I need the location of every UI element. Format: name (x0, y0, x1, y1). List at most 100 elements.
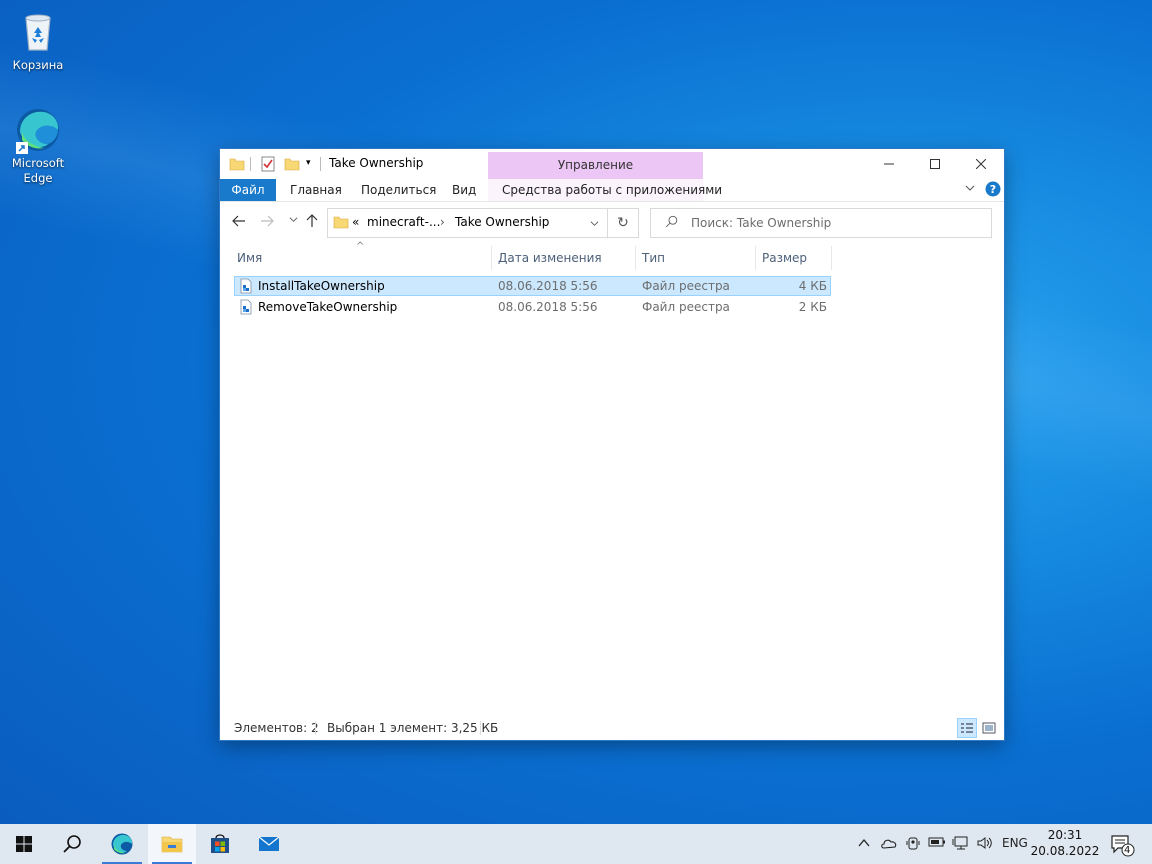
start-button[interactable] (0, 824, 48, 864)
search-placeholder: Поиск: Take Ownership (691, 216, 832, 230)
column-name[interactable]: Имя (237, 251, 262, 265)
arrow-right-icon (261, 215, 274, 227)
separator (315, 721, 316, 735)
file-row[interactable]: RemoveTakeOwnership 08.06.2018 5:56 Файл… (234, 297, 831, 317)
large-icons-view-icon (982, 722, 996, 734)
file-explorer-icon (161, 836, 183, 853)
onedrive-icon[interactable] (880, 836, 898, 853)
navigation-bar: « minecraft-... › Take Ownership ↻ Поиск… (220, 202, 1004, 242)
folder-icon (229, 156, 245, 172)
title-bar: ▾ Take Ownership Управление (220, 149, 1004, 179)
desktop-icon-recycle-bin[interactable]: Корзина (0, 8, 76, 73)
maximize-button[interactable] (912, 149, 958, 179)
desktop-icon-edge[interactable]: Microsoft Edge (0, 106, 76, 186)
language-indicator[interactable]: ENG (1002, 836, 1028, 850)
address-bar[interactable]: « minecraft-... › Take Ownership (327, 208, 639, 238)
registry-file-icon (238, 278, 254, 294)
back-button[interactable] (230, 213, 248, 231)
new-folder-icon[interactable] (284, 156, 300, 172)
search-button[interactable] (48, 824, 96, 864)
edge-icon (111, 833, 133, 855)
recycle-bin-icon (14, 8, 62, 56)
clock[interactable]: 20:31 20.08.2022 (1030, 827, 1100, 859)
store-icon (211, 834, 229, 853)
file-row[interactable]: InstallTakeOwnership 08.06.2018 5:56 Фай… (234, 276, 831, 296)
separator (250, 157, 251, 171)
clock-time: 20:31 (1047, 828, 1083, 842)
column-headers: ^ Имя Дата изменения Тип Размер (220, 241, 1004, 272)
file-date: 08.06.2018 5:56 (498, 300, 598, 314)
minimize-button[interactable] (866, 149, 912, 179)
up-button[interactable] (303, 213, 321, 231)
details-view-button[interactable] (957, 718, 977, 738)
context-tab-header: Управление (488, 152, 703, 179)
separator (320, 157, 321, 171)
refresh-icon: ↻ (617, 215, 629, 231)
details-view-icon (961, 723, 973, 733)
window-title: Take Ownership (329, 156, 424, 170)
refresh-button[interactable]: ↻ (607, 208, 639, 238)
tab-file[interactable]: Файл (220, 179, 276, 201)
address-dropdown-icon[interactable] (590, 217, 599, 231)
file-date: 08.06.2018 5:56 (498, 279, 598, 293)
file-type: Файл реестра (642, 300, 730, 314)
close-icon (975, 158, 987, 170)
arrow-up-icon (306, 214, 318, 227)
volume-icon[interactable] (976, 835, 994, 854)
battery-icon[interactable] (928, 836, 946, 851)
column-divider[interactable] (491, 246, 492, 270)
tab-view[interactable]: Вид (452, 179, 476, 201)
column-divider[interactable] (635, 246, 636, 270)
file-size: 2 КБ (798, 300, 827, 314)
column-type[interactable]: Тип (642, 251, 665, 265)
column-divider[interactable] (755, 246, 756, 270)
column-date[interactable]: Дата изменения (498, 251, 602, 265)
taskbar-mail[interactable] (245, 824, 293, 864)
status-selection: Выбран 1 элемент: 3,25 КБ (327, 721, 499, 735)
svg-text:?: ? (990, 183, 996, 196)
address-segment-current[interactable]: Take Ownership (455, 215, 549, 229)
search-icon (665, 215, 679, 232)
file-name: RemoveTakeOwnership (258, 300, 398, 314)
show-hidden-icons-icon[interactable] (857, 836, 871, 853)
taskbar: ENG 20:31 20.08.2022 4 (0, 824, 1152, 864)
taskbar-file-explorer[interactable] (148, 824, 196, 864)
properties-icon[interactable] (260, 156, 276, 172)
mail-icon (258, 836, 280, 851)
search-icon (63, 835, 81, 853)
search-box[interactable]: Поиск: Take Ownership (650, 208, 992, 238)
recent-locations-button[interactable] (284, 213, 302, 231)
tab-share[interactable]: Поделиться (361, 179, 436, 201)
file-type: Файл реестра (642, 279, 730, 293)
large-icons-view-button[interactable] (979, 718, 999, 738)
status-bar: Элементов: 2 Выбран 1 элемент: 3,25 КБ (220, 717, 1004, 740)
column-divider[interactable] (831, 246, 832, 270)
ribbon-expand-icon[interactable] (965, 182, 975, 196)
taskbar-store[interactable] (196, 824, 244, 864)
edge-icon (14, 106, 62, 154)
close-button[interactable] (958, 149, 1004, 179)
arrow-left-icon (232, 215, 245, 227)
status-item-count: Элементов: 2 (234, 721, 319, 735)
desktop-icon-label: Microsoft Edge (11, 156, 65, 185)
forward-button[interactable] (258, 213, 276, 231)
quick-access-dropdown-icon[interactable]: ▾ (306, 158, 311, 174)
tab-home[interactable]: Главная (290, 179, 342, 201)
address-segment[interactable]: minecraft-... (367, 215, 440, 229)
notification-count: 4 (1124, 845, 1131, 856)
action-center-icon[interactable] (1110, 833, 1136, 860)
registry-file-icon (238, 299, 254, 315)
tab-app-tools[interactable]: Средства работы с приложениями (502, 179, 722, 201)
column-size[interactable]: Размер (762, 251, 807, 265)
folder-icon (333, 214, 349, 233)
file-size: 4 КБ (798, 279, 827, 293)
help-icon[interactable]: ? (985, 181, 1001, 200)
chevron-down-icon (289, 217, 297, 222)
network-icon[interactable] (952, 835, 970, 854)
address-overflow[interactable]: « (352, 215, 359, 229)
meet-now-icon[interactable] (905, 835, 921, 854)
windows-logo-icon (16, 836, 32, 852)
taskbar-edge[interactable] (98, 824, 146, 864)
explorer-window: ▾ Take Ownership Управление Файл Главная… (220, 149, 1004, 740)
clock-date: 20.08.2022 (1030, 844, 1100, 858)
